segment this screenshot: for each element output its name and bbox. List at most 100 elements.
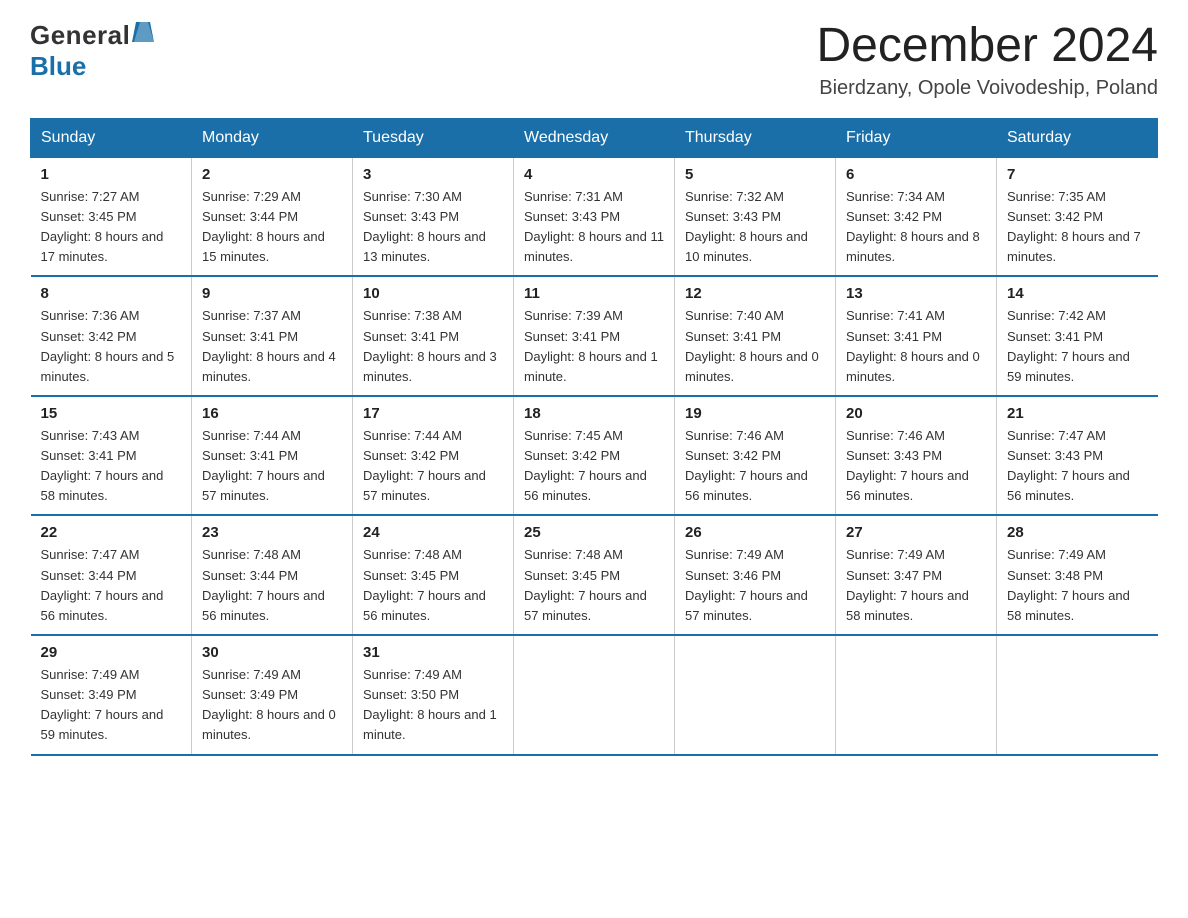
day-info: Sunrise: 7:40 AMSunset: 3:41 PMDaylight:… <box>685 306 825 387</box>
calendar-cell: 26 Sunrise: 7:49 AMSunset: 3:46 PMDaylig… <box>675 515 836 635</box>
day-number: 28 <box>1007 524 1148 541</box>
calendar-cell: 21 Sunrise: 7:47 AMSunset: 3:43 PMDaylig… <box>997 396 1158 516</box>
calendar-cell: 25 Sunrise: 7:48 AMSunset: 3:45 PMDaylig… <box>514 515 675 635</box>
day-info: Sunrise: 7:45 AMSunset: 3:42 PMDaylight:… <box>524 426 664 507</box>
day-info: Sunrise: 7:38 AMSunset: 3:41 PMDaylight:… <box>363 306 503 387</box>
day-info: Sunrise: 7:49 AMSunset: 3:47 PMDaylight:… <box>846 545 986 626</box>
day-number: 8 <box>41 285 182 302</box>
day-info: Sunrise: 7:49 AMSunset: 3:50 PMDaylight:… <box>363 665 503 746</box>
calendar-cell: 22 Sunrise: 7:47 AMSunset: 3:44 PMDaylig… <box>31 515 192 635</box>
calendar-week-5: 29 Sunrise: 7:49 AMSunset: 3:49 PMDaylig… <box>31 635 1158 755</box>
calendar-cell: 27 Sunrise: 7:49 AMSunset: 3:47 PMDaylig… <box>836 515 997 635</box>
day-number: 11 <box>524 285 664 302</box>
day-info: Sunrise: 7:36 AMSunset: 3:42 PMDaylight:… <box>41 306 182 387</box>
calendar-cell: 17 Sunrise: 7:44 AMSunset: 3:42 PMDaylig… <box>353 396 514 516</box>
day-info: Sunrise: 7:49 AMSunset: 3:49 PMDaylight:… <box>41 665 182 746</box>
day-number: 25 <box>524 524 664 541</box>
calendar-cell: 20 Sunrise: 7:46 AMSunset: 3:43 PMDaylig… <box>836 396 997 516</box>
calendar-week-3: 15 Sunrise: 7:43 AMSunset: 3:41 PMDaylig… <box>31 396 1158 516</box>
day-number: 14 <box>1007 285 1148 302</box>
day-number: 29 <box>41 644 182 661</box>
day-number: 5 <box>685 166 825 183</box>
day-info: Sunrise: 7:44 AMSunset: 3:41 PMDaylight:… <box>202 426 342 507</box>
day-number: 3 <box>363 166 503 183</box>
calendar-cell: 12 Sunrise: 7:40 AMSunset: 3:41 PMDaylig… <box>675 276 836 396</box>
calendar-cell: 2 Sunrise: 7:29 AMSunset: 3:44 PMDayligh… <box>192 157 353 276</box>
day-number: 26 <box>685 524 825 541</box>
day-number: 16 <box>202 405 342 422</box>
calendar-cell: 31 Sunrise: 7:49 AMSunset: 3:50 PMDaylig… <box>353 635 514 755</box>
day-info: Sunrise: 7:29 AMSunset: 3:44 PMDaylight:… <box>202 187 342 268</box>
month-title: December 2024 <box>816 20 1158 73</box>
day-info: Sunrise: 7:35 AMSunset: 3:42 PMDaylight:… <box>1007 187 1148 268</box>
calendar-week-2: 8 Sunrise: 7:36 AMSunset: 3:42 PMDayligh… <box>31 276 1158 396</box>
calendar-cell: 16 Sunrise: 7:44 AMSunset: 3:41 PMDaylig… <box>192 396 353 516</box>
day-info: Sunrise: 7:48 AMSunset: 3:44 PMDaylight:… <box>202 545 342 626</box>
day-info: Sunrise: 7:44 AMSunset: 3:42 PMDaylight:… <box>363 426 503 507</box>
calendar-cell: 3 Sunrise: 7:30 AMSunset: 3:43 PMDayligh… <box>353 157 514 276</box>
page-header: General Blue December 2024 Bierdzany, Op… <box>30 20 1158 100</box>
calendar-cell: 14 Sunrise: 7:42 AMSunset: 3:41 PMDaylig… <box>997 276 1158 396</box>
logo-arrow-icon <box>132 22 154 47</box>
calendar-cell: 13 Sunrise: 7:41 AMSunset: 3:41 PMDaylig… <box>836 276 997 396</box>
calendar-cell: 15 Sunrise: 7:43 AMSunset: 3:41 PMDaylig… <box>31 396 192 516</box>
day-info: Sunrise: 7:37 AMSunset: 3:41 PMDaylight:… <box>202 306 342 387</box>
calendar-cell: 4 Sunrise: 7:31 AMSunset: 3:43 PMDayligh… <box>514 157 675 276</box>
day-info: Sunrise: 7:41 AMSunset: 3:41 PMDaylight:… <box>846 306 986 387</box>
day-info: Sunrise: 7:49 AMSunset: 3:49 PMDaylight:… <box>202 665 342 746</box>
day-number: 27 <box>846 524 986 541</box>
day-number: 19 <box>685 405 825 422</box>
weekday-header-sunday: Sunday <box>31 118 192 157</box>
weekday-header-monday: Monday <box>192 118 353 157</box>
day-info: Sunrise: 7:47 AMSunset: 3:44 PMDaylight:… <box>41 545 182 626</box>
weekday-header-tuesday: Tuesday <box>353 118 514 157</box>
day-number: 6 <box>846 166 986 183</box>
day-number: 4 <box>524 166 664 183</box>
day-info: Sunrise: 7:32 AMSunset: 3:43 PMDaylight:… <box>685 187 825 268</box>
day-info: Sunrise: 7:42 AMSunset: 3:41 PMDaylight:… <box>1007 306 1148 387</box>
day-info: Sunrise: 7:47 AMSunset: 3:43 PMDaylight:… <box>1007 426 1148 507</box>
weekday-header-thursday: Thursday <box>675 118 836 157</box>
calendar-cell <box>514 635 675 755</box>
calendar-cell <box>836 635 997 755</box>
calendar-cell: 5 Sunrise: 7:32 AMSunset: 3:43 PMDayligh… <box>675 157 836 276</box>
day-info: Sunrise: 7:39 AMSunset: 3:41 PMDaylight:… <box>524 306 664 387</box>
calendar-body: 1 Sunrise: 7:27 AMSunset: 3:45 PMDayligh… <box>31 157 1158 754</box>
day-number: 20 <box>846 405 986 422</box>
weekday-row: SundayMondayTuesdayWednesdayThursdayFrid… <box>31 118 1158 157</box>
day-info: Sunrise: 7:48 AMSunset: 3:45 PMDaylight:… <box>524 545 664 626</box>
day-number: 12 <box>685 285 825 302</box>
calendar-week-4: 22 Sunrise: 7:47 AMSunset: 3:44 PMDaylig… <box>31 515 1158 635</box>
calendar-cell: 28 Sunrise: 7:49 AMSunset: 3:48 PMDaylig… <box>997 515 1158 635</box>
weekday-header-saturday: Saturday <box>997 118 1158 157</box>
title-block: December 2024 Bierdzany, Opole Voivodesh… <box>816 20 1158 100</box>
day-number: 9 <box>202 285 342 302</box>
location-title: Bierdzany, Opole Voivodeship, Poland <box>816 77 1158 100</box>
logo: General Blue <box>30 20 154 82</box>
day-info: Sunrise: 7:43 AMSunset: 3:41 PMDaylight:… <box>41 426 182 507</box>
calendar-cell: 30 Sunrise: 7:49 AMSunset: 3:49 PMDaylig… <box>192 635 353 755</box>
day-info: Sunrise: 7:34 AMSunset: 3:42 PMDaylight:… <box>846 187 986 268</box>
day-number: 15 <box>41 405 182 422</box>
calendar-cell: 8 Sunrise: 7:36 AMSunset: 3:42 PMDayligh… <box>31 276 192 396</box>
calendar-cell: 1 Sunrise: 7:27 AMSunset: 3:45 PMDayligh… <box>31 157 192 276</box>
day-number: 17 <box>363 405 503 422</box>
calendar-cell: 7 Sunrise: 7:35 AMSunset: 3:42 PMDayligh… <box>997 157 1158 276</box>
calendar-header: SundayMondayTuesdayWednesdayThursdayFrid… <box>31 118 1158 157</box>
day-info: Sunrise: 7:27 AMSunset: 3:45 PMDaylight:… <box>41 187 182 268</box>
calendar-cell: 9 Sunrise: 7:37 AMSunset: 3:41 PMDayligh… <box>192 276 353 396</box>
logo-blue: Blue <box>30 51 86 81</box>
day-number: 10 <box>363 285 503 302</box>
day-info: Sunrise: 7:49 AMSunset: 3:48 PMDaylight:… <box>1007 545 1148 626</box>
day-number: 2 <box>202 166 342 183</box>
calendar-cell: 19 Sunrise: 7:46 AMSunset: 3:42 PMDaylig… <box>675 396 836 516</box>
day-number: 21 <box>1007 405 1148 422</box>
day-info: Sunrise: 7:31 AMSunset: 3:43 PMDaylight:… <box>524 187 664 268</box>
calendar-cell: 10 Sunrise: 7:38 AMSunset: 3:41 PMDaylig… <box>353 276 514 396</box>
day-info: Sunrise: 7:30 AMSunset: 3:43 PMDaylight:… <box>363 187 503 268</box>
day-info: Sunrise: 7:46 AMSunset: 3:43 PMDaylight:… <box>846 426 986 507</box>
day-number: 24 <box>363 524 503 541</box>
logo-general: General <box>30 20 130 51</box>
day-info: Sunrise: 7:48 AMSunset: 3:45 PMDaylight:… <box>363 545 503 626</box>
day-number: 18 <box>524 405 664 422</box>
